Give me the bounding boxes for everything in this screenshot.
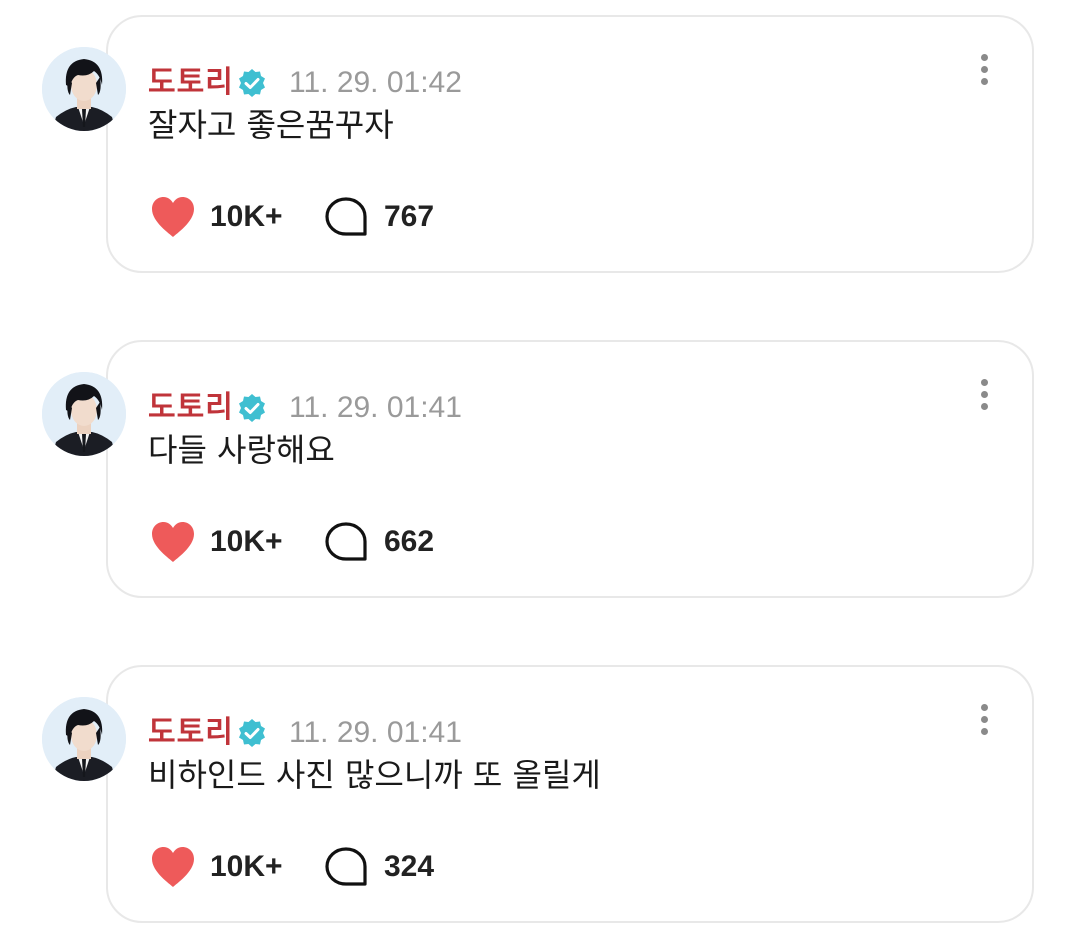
verified-badge-icon bbox=[236, 392, 268, 424]
like-button[interactable]: 10K+ bbox=[150, 195, 283, 239]
author-name[interactable]: 도토리 bbox=[148, 388, 234, 428]
post-text: 잘자고 좋은꿈꾸자 bbox=[148, 106, 394, 144]
author-avatar[interactable] bbox=[42, 372, 126, 456]
like-count: 10K+ bbox=[210, 200, 283, 233]
speech-bubble-icon bbox=[325, 522, 367, 561]
post-item: 도토리 11. 29. 01:41 다들 사랑해요 10K+ 662 bbox=[0, 340, 1080, 600]
author-avatar[interactable] bbox=[42, 697, 126, 781]
post-text: 비하인드 사진 많으니까 또 올릴게 bbox=[148, 756, 601, 794]
like-count: 10K+ bbox=[210, 850, 283, 883]
post-text: 다들 사랑해요 bbox=[148, 431, 335, 469]
like-button[interactable]: 10K+ bbox=[150, 520, 283, 564]
vertical-ellipsis-icon bbox=[980, 378, 988, 386]
comment-count: 767 bbox=[384, 200, 435, 233]
vertical-ellipsis-icon bbox=[980, 53, 988, 61]
comment-button[interactable]: 767 bbox=[324, 195, 434, 239]
vertical-ellipsis-icon bbox=[980, 703, 988, 711]
like-count: 10K+ bbox=[210, 525, 283, 558]
speech-bubble-icon bbox=[325, 197, 367, 236]
speech-bubble-icon bbox=[325, 847, 367, 886]
more-options-button[interactable] bbox=[966, 699, 1002, 739]
author-avatar[interactable] bbox=[42, 47, 126, 131]
post-item: 도토리 11. 29. 01:42 잘자고 좋은꿈꾸자 10K+ 767 bbox=[0, 15, 1080, 275]
comment-count: 324 bbox=[384, 850, 435, 883]
post-timestamp: 11. 29. 01:41 bbox=[289, 716, 462, 749]
post-timestamp: 11. 29. 01:42 bbox=[289, 66, 462, 99]
post-timestamp: 11. 29. 01:41 bbox=[289, 391, 462, 424]
author-name[interactable]: 도토리 bbox=[148, 713, 234, 753]
more-options-button[interactable] bbox=[966, 374, 1002, 414]
verified-badge-icon bbox=[236, 67, 268, 99]
verified-badge-icon bbox=[236, 717, 268, 749]
heart-icon bbox=[152, 522, 194, 562]
heart-icon bbox=[152, 847, 194, 887]
post-feed: 도토리 11. 29. 01:42 잘자고 좋은꿈꾸자 10K+ 767 도토리… bbox=[0, 0, 1080, 946]
author-name[interactable]: 도토리 bbox=[148, 63, 234, 103]
comment-button[interactable]: 662 bbox=[324, 520, 434, 564]
comment-count: 662 bbox=[384, 525, 435, 558]
comment-button[interactable]: 324 bbox=[324, 845, 434, 889]
heart-icon bbox=[152, 197, 194, 237]
post-item: 도토리 11. 29. 01:41 비하인드 사진 많으니까 또 올릴게 10K… bbox=[0, 665, 1080, 925]
more-options-button[interactable] bbox=[966, 49, 1002, 89]
like-button[interactable]: 10K+ bbox=[150, 845, 283, 889]
